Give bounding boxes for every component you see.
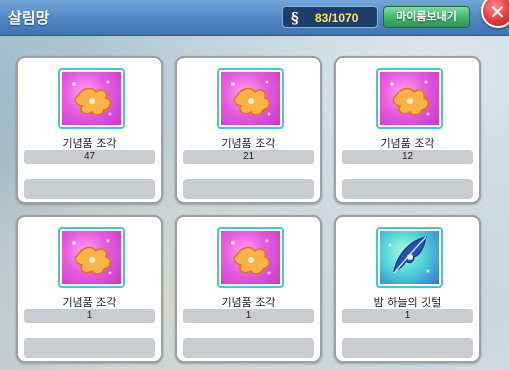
item-name: 밤 하늘의 깃털 <box>373 296 442 309</box>
item-slot-bar <box>183 179 314 199</box>
item-card[interactable]: 기념품 조각 1 <box>16 215 163 363</box>
feather-icon <box>388 236 430 274</box>
item-slot-bar <box>183 338 314 358</box>
item-slot-bar <box>24 338 155 358</box>
item-icon-frame <box>58 68 125 129</box>
item-count: 12 <box>342 150 473 164</box>
item-name: 기념품 조각 <box>62 137 117 150</box>
item-slot-bar <box>24 179 155 199</box>
item-card[interactable]: 밤 하늘의 깃털 1 <box>334 215 481 363</box>
item-icon-frame <box>217 227 284 288</box>
item-card[interactable]: 기념품 조각 12 <box>334 56 481 204</box>
item-count: 21 <box>183 150 314 164</box>
item-count: 1 <box>342 309 473 323</box>
item-slot-bar <box>342 338 473 358</box>
item-name: 기념품 조각 <box>221 296 276 309</box>
item-grid: 기념품 조각 47 기념품 조각 21 기념품 조각 12 기념품 조각 1 기… <box>0 0 509 370</box>
paw-fragment-icon <box>72 80 112 116</box>
item-icon-frame <box>58 227 125 288</box>
paw-fragment-icon <box>72 239 112 275</box>
item-card[interactable]: 기념품 조각 47 <box>16 56 163 204</box>
item-icon-frame <box>376 227 443 288</box>
item-count: 1 <box>24 309 155 323</box>
item-slot-bar <box>342 179 473 199</box>
paw-fragment-icon <box>231 239 271 275</box>
paw-fragment-icon <box>231 80 271 116</box>
item-card[interactable]: 기념품 조각 1 <box>175 215 322 363</box>
item-count: 47 <box>24 150 155 164</box>
item-name: 기념품 조각 <box>221 137 276 150</box>
paw-fragment-icon <box>390 80 430 116</box>
item-count: 1 <box>183 309 314 323</box>
item-icon-frame <box>217 68 284 129</box>
item-name: 기념품 조각 <box>380 137 435 150</box>
item-icon-frame <box>376 68 443 129</box>
item-card[interactable]: 기념품 조각 21 <box>175 56 322 204</box>
item-name: 기념품 조각 <box>62 296 117 309</box>
